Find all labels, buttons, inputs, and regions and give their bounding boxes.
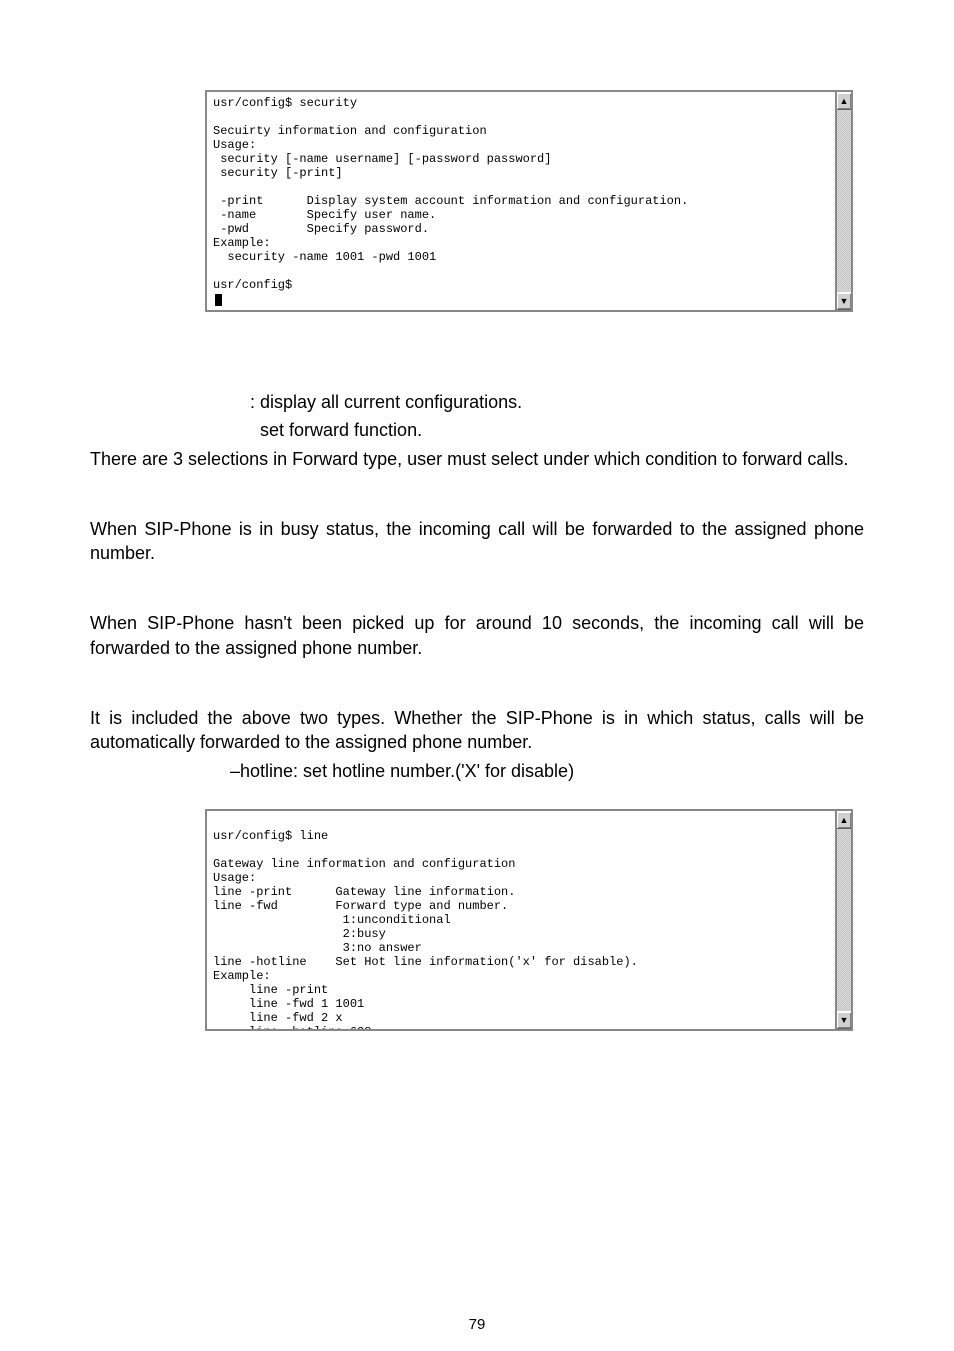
scroll-down-button[interactable]: ▼ — [837, 292, 851, 310]
terminal-line: line -print — [213, 983, 328, 997]
terminal-line: security [-print] — [213, 166, 343, 180]
scroll-track[interactable] — [837, 110, 851, 292]
text-hotline: –hotline: set hotline number.('X' for di… — [90, 759, 864, 783]
text-fwd-intro: There are 3 selections in Forward type, … — [90, 447, 864, 471]
text-noanswer: When SIP-Phone hasn't been picked up for… — [90, 611, 864, 660]
terminal-line: Usage: — [213, 871, 256, 885]
text-unconditional: It is included the above two types. Whet… — [90, 706, 864, 755]
scroll-track[interactable] — [837, 829, 851, 1011]
terminal-line: line -hotline 628 — [213, 1025, 371, 1031]
text-busy: When SIP-Phone is in busy status, the in… — [90, 517, 864, 566]
terminal-line: security [-name username] [-password pas… — [213, 152, 551, 166]
terminal-line: usr/config$ security — [213, 96, 357, 110]
terminal-line: usr/config$ line Gateway line informatio… — [205, 809, 835, 1031]
terminal-line: usr/config$ line — [213, 829, 328, 843]
terminal-line: Gateway line information and configurati… — [213, 857, 515, 871]
terminal-line: security -name 1001 -pwd 1001 — [213, 250, 436, 264]
terminal-line: line -fwd 1 1001 — [213, 997, 364, 1011]
terminal-line: 3:no answer — [213, 941, 422, 955]
page-number: 79 — [0, 1316, 954, 1333]
terminal-scrollbar[interactable]: ▲ ▼ — [835, 90, 853, 312]
terminal-line: -pwd Specify password. — [213, 222, 429, 236]
terminal-line: line -fwd 2 x — [213, 1011, 343, 1025]
terminal-line: -print Display system account informatio… — [213, 194, 688, 208]
terminal-scrollbar[interactable]: ▲ ▼ — [835, 809, 853, 1031]
terminal-line: 2:busy — [213, 927, 386, 941]
terminal-line-wrap: usr/config$ line Gateway line informatio… — [205, 809, 835, 1031]
terminal-line: -name Specify user name. — [213, 208, 436, 222]
terminal-line: line -print Gateway line information. — [213, 885, 515, 899]
scroll-down-button[interactable]: ▼ — [837, 1011, 851, 1029]
page: usr/config$ security Secuirty informatio… — [0, 0, 954, 1351]
terminal-security-wrap: usr/config$ security Secuirty informatio… — [205, 90, 835, 312]
terminal-line: 1:unconditional — [213, 913, 451, 927]
terminal-line: line -hotline Set Hot line information('… — [213, 955, 638, 969]
text-print: : display all current configurations. — [90, 390, 864, 414]
text-setfwd: set forward function. — [90, 418, 864, 442]
terminal-line: Usage: — [213, 138, 256, 152]
terminal-line: line -fwd Forward type and number. — [213, 899, 508, 913]
terminal-security: usr/config$ security Secuirty informatio… — [205, 90, 835, 312]
terminal-line: Secuirty information and configuration — [213, 124, 487, 138]
terminal-prompt: usr/config$ — [213, 278, 292, 292]
scroll-up-button[interactable]: ▲ — [837, 811, 851, 829]
terminal-line: Example: — [213, 236, 271, 250]
cursor-icon — [215, 294, 222, 306]
scroll-up-button[interactable]: ▲ — [837, 92, 851, 110]
terminal-line: Example: — [213, 969, 271, 983]
